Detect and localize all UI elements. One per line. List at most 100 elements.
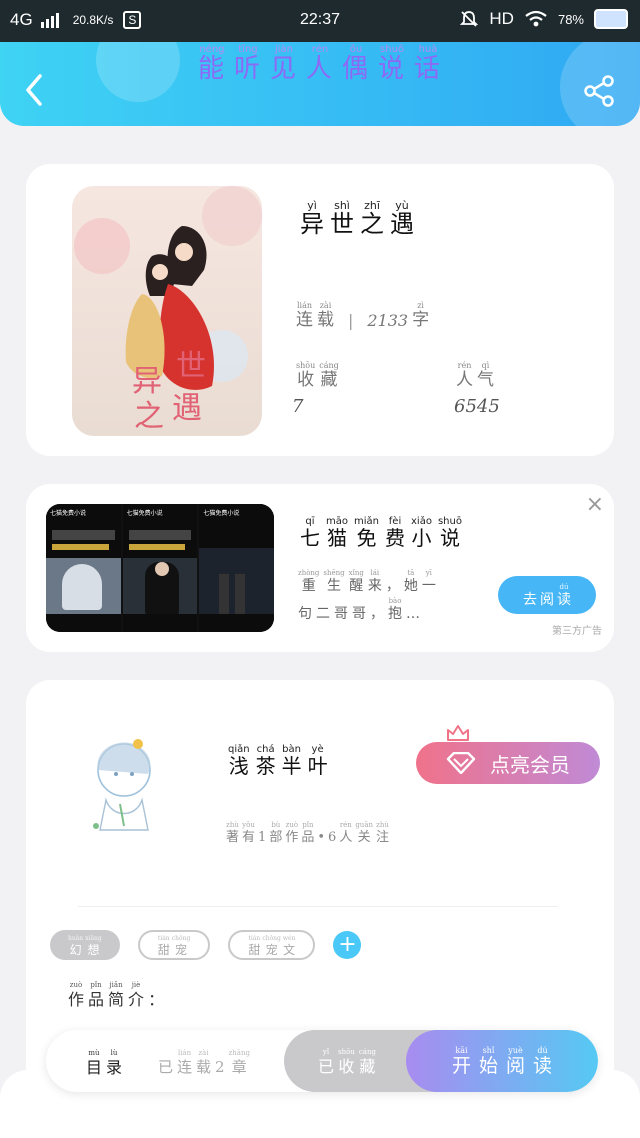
- ad-desc-char: bào 抱: [388, 596, 402, 622]
- start-read-char: dú 读: [533, 1045, 552, 1077]
- book-title-char: zhī 之: [360, 200, 384, 237]
- hanzi: 哥: [352, 606, 366, 623]
- author-stat-char: zhù 注: [376, 820, 389, 845]
- ad-desc-char: tā 她: [404, 568, 418, 594]
- status-right: HD 78%: [459, 9, 628, 29]
- tag-char: tián 甜: [158, 933, 170, 957]
- hanzi: 去: [523, 591, 537, 608]
- hanzi: 七: [300, 526, 320, 550]
- author-name[interactable]: qiǎn 浅 chá 茶 bàn 半 yè 叶: [228, 744, 328, 777]
- ad-image[interactable]: 七猫免费小说 七猫免费小说 七猫免费小说: [46, 504, 274, 632]
- ad-title-char: qī 七: [300, 516, 320, 549]
- author-name-char: yè 叶: [308, 744, 328, 777]
- hanzi: 阅: [506, 1055, 526, 1078]
- popularity-count: 6545: [454, 396, 500, 417]
- hanzi: 来: [367, 578, 382, 594]
- ad-title-char: fèi 费: [385, 516, 405, 549]
- hanzi: 部: [269, 830, 283, 845]
- hanzi: 免: [356, 526, 377, 550]
- mute-icon: [460, 11, 479, 27]
- battery-icon: [594, 9, 628, 29]
- hanzi: 猫: [327, 526, 347, 550]
- book-title-char: shì 世: [330, 200, 354, 237]
- hanzi: 章: [231, 1058, 247, 1076]
- bottom-action-bar: mù 目 lù 录 已 lián 连 zài 载 2 zhāng 章 yǐ 已 shōu 收 cáng 藏 …: [46, 1030, 598, 1092]
- hanzi: 注: [376, 830, 390, 845]
- go-read-button[interactable]: 去 阅 dú 读: [498, 576, 596, 614]
- ad-desc-char: …: [406, 596, 420, 622]
- hanzi: 文: [283, 942, 296, 957]
- toc-button[interactable]: mù 目 lù 录: [86, 1048, 122, 1077]
- hanzi: ：: [148, 990, 165, 1009]
- vip-member-button[interactable]: 点亮会员: [416, 742, 600, 784]
- author-stat-char: bù 部: [269, 820, 282, 845]
- hd-label: HD: [489, 9, 514, 28]
- hanzi: 品: [88, 990, 105, 1009]
- hanzi: 2: [215, 1058, 225, 1076]
- hanzi: 载: [317, 310, 334, 330]
- ad-description: zhòng 重 shēng 生 xǐng 醒 lái 来 ， tā 她 yī 一 句 二 哥 哥 ， b…: [298, 568, 458, 625]
- author-name-char: bàn 半: [282, 744, 302, 777]
- hanzi: 世: [330, 210, 354, 238]
- meta-separator: |: [348, 310, 354, 330]
- ad-desc-char: zhòng 重: [298, 568, 319, 594]
- ad-desc-char: yī 一: [422, 568, 436, 594]
- hanzi: 她: [403, 578, 418, 594]
- status-char: zài 载: [317, 300, 334, 330]
- tag-char: wén 文: [283, 933, 296, 957]
- close-icon[interactable]: ×: [586, 492, 604, 517]
- book-status: lián 连 zài 载 | 2133 zì 字: [296, 300, 429, 330]
- hanzi: 叶: [307, 754, 328, 778]
- hanzi: 著: [226, 830, 240, 845]
- ad-card[interactable]: 七猫免费小说 七猫免费小说 七猫免费小说 × qī 七 māo 猫 miǎn 免 fèi 费 x…: [26, 484, 614, 652]
- add-tag-button[interactable]: +: [333, 931, 362, 959]
- genre-tag[interactable]: tián 甜 chǒng 宠: [137, 930, 211, 960]
- author-avatar[interactable]: [76, 730, 176, 840]
- cover-title-char: 异: [132, 364, 162, 399]
- genre-tag[interactable]: huàn 幻 xiǎng 想: [50, 930, 120, 960]
- page-title: néng 能 tīng 听 jiàn 见 rén 人 ǒu 偶 shuō 说 huà 话: [0, 44, 640, 84]
- book-title-char: yù 遇: [390, 200, 414, 237]
- book-cover[interactable]: 异 世 之 遇: [72, 186, 262, 436]
- title-char: huà 话: [414, 44, 442, 84]
- tag-char: xiǎng 想: [85, 933, 102, 957]
- ad-desc-char: 哥: [334, 596, 348, 622]
- start-reading-button[interactable]: kāi 开 shǐ 始 yuè 阅 dú 读: [406, 1030, 598, 1092]
- hanzi: 连: [296, 310, 313, 330]
- hanzi: 藏: [320, 370, 338, 390]
- ad-desc-char: shēng 生: [323, 568, 344, 594]
- hanzi: 作: [68, 990, 85, 1009]
- hanzi: 醒: [349, 578, 364, 594]
- hanzi: 小: [411, 526, 432, 550]
- title-char: ǒu 偶: [342, 44, 370, 84]
- intro-char: pǐn 品: [88, 980, 104, 1009]
- hanzi: 见: [269, 54, 298, 84]
- collected-char: cáng 藏: [359, 1047, 376, 1076]
- unit-char: zì 字: [412, 300, 429, 330]
- battery-percent: 78%: [557, 11, 584, 27]
- collect-count: 7: [292, 396, 304, 417]
- serial-char: 2: [215, 1048, 225, 1076]
- author-stat-char: rén 人: [339, 820, 352, 845]
- hanzi: 作: [285, 830, 299, 845]
- ad-title: qī 七 māo 猫 miǎn 免 fèi 费 xiǎo 小 shuō 说: [300, 516, 462, 549]
- hanzi: 气: [477, 370, 494, 390]
- start-read-char: shǐ 始: [479, 1045, 498, 1077]
- tag-char: tián 甜: [248, 933, 260, 957]
- hanzi: 关: [357, 830, 371, 845]
- hanzi: 生: [327, 578, 342, 594]
- ad-title-char: xiǎo 小: [411, 516, 432, 549]
- word-unit: zì 字: [412, 300, 429, 330]
- hanzi: 人: [456, 370, 473, 390]
- start-read-char: kāi 开: [452, 1045, 471, 1077]
- genre-tag[interactable]: tián 甜 chǒng 宠 wén 文: [228, 930, 316, 960]
- share-icon[interactable]: [582, 74, 616, 108]
- tag-list: huàn 幻 xiǎng 想 tián 甜 chǒng 宠 tián 甜 chǒng 宠 wén 文 +: [50, 930, 362, 960]
- tag-char: chǒng 宠: [172, 933, 191, 957]
- diamond-icon: [446, 752, 476, 774]
- hanzi: ，: [370, 606, 384, 623]
- hanzi: 能: [197, 54, 226, 84]
- hanzi: 说: [378, 54, 407, 84]
- hanzi: 简: [108, 990, 125, 1009]
- serial-char: 已: [158, 1048, 173, 1076]
